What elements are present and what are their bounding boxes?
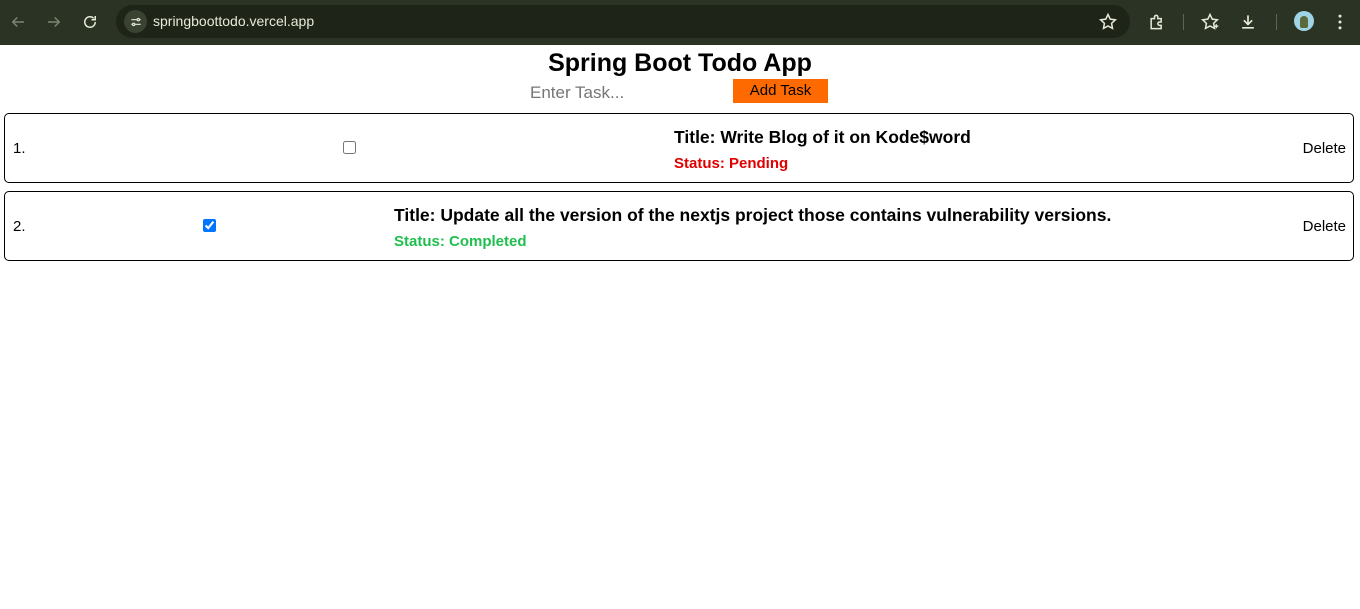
url-text[interactable]: springboottodo.vercel.app <box>153 5 314 38</box>
browser-toolbar: springboottodo.vercel.app <box>0 0 1360 45</box>
reload-icon[interactable] <box>78 10 102 34</box>
todo-item: 2. Title: Update all the version of the … <box>4 191 1354 261</box>
menu-kebab-icon[interactable] <box>1329 11 1351 33</box>
todo-checkbox[interactable] <box>203 219 216 232</box>
toolbar-divider <box>1183 14 1184 30</box>
address-bar[interactable]: springboottodo.vercel.app <box>116 5 1130 38</box>
todo-status: Status: Completed <box>394 233 527 250</box>
bookmark-star-icon[interactable] <box>1098 12 1118 32</box>
page-title: Spring Boot Todo App <box>548 49 812 77</box>
todo-app: Spring Boot Todo App Add Task 1. Title: … <box>0 45 1360 261</box>
todo-index: 1. <box>13 140 26 157</box>
bookmarks-icon[interactable] <box>1199 11 1221 33</box>
extensions-icon[interactable] <box>1146 11 1168 33</box>
todo-status: Status: Pending <box>674 155 789 172</box>
add-task-form: Add Task <box>0 79 1360 109</box>
todo-item: 1. Title: Write Blog of it on Kode$word … <box>4 113 1354 183</box>
forward-icon[interactable] <box>42 10 66 34</box>
task-input[interactable] <box>528 81 728 105</box>
profile-avatar[interactable] <box>1294 11 1314 31</box>
toolbar-divider <box>1276 14 1277 30</box>
delete-button[interactable]: Delete <box>1303 218 1346 235</box>
todo-title: Title: Update all the version of the nex… <box>394 205 1112 225</box>
download-icon[interactable] <box>1237 11 1259 33</box>
add-task-button[interactable]: Add Task <box>733 79 828 103</box>
back-icon[interactable] <box>6 10 30 34</box>
todo-index: 2. <box>13 218 26 235</box>
todo-checkbox[interactable] <box>343 141 356 154</box>
todo-title: Title: Write Blog of it on Kode$word <box>674 127 971 147</box>
site-info-icon[interactable] <box>124 10 147 33</box>
delete-button[interactable]: Delete <box>1303 140 1346 157</box>
